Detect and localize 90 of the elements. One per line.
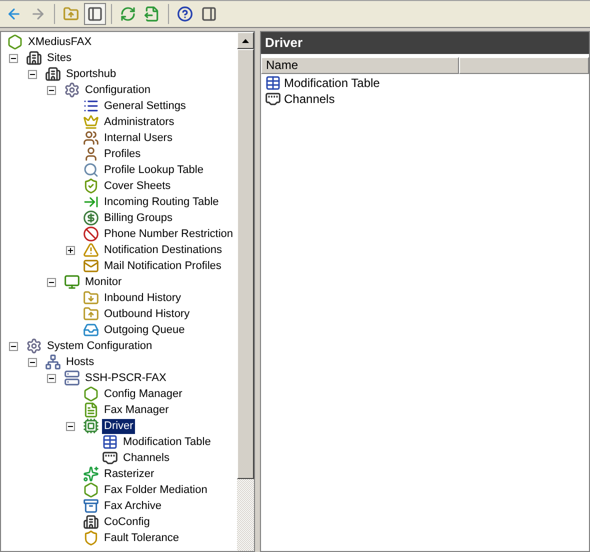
tree-item[interactable]: General Settings bbox=[102, 98, 188, 114]
chip-icon bbox=[83, 418, 99, 434]
tree-item[interactable]: System Configuration bbox=[45, 338, 154, 354]
tree-item[interactable]: Internal Users bbox=[102, 130, 174, 146]
expander-icon[interactable] bbox=[28, 358, 37, 366]
server-icon bbox=[64, 370, 80, 386]
building-icon bbox=[83, 514, 99, 530]
building-icon bbox=[45, 66, 61, 82]
archive-icon bbox=[83, 498, 99, 514]
tree-item[interactable]: Hosts bbox=[64, 354, 96, 370]
tree-item[interactable]: Fax Archive bbox=[102, 498, 164, 514]
tree-item[interactable]: XMediusFAX bbox=[26, 34, 94, 50]
tree-item[interactable]: Config Manager bbox=[102, 386, 184, 402]
tree-item[interactable]: Configuration bbox=[83, 82, 152, 98]
tree-item[interactable]: Fax Folder Mediation bbox=[102, 482, 210, 498]
panel-header: Driver bbox=[261, 32, 589, 54]
table-icon bbox=[102, 434, 118, 450]
hexagon-icon bbox=[83, 386, 99, 402]
expander-icon[interactable] bbox=[47, 374, 56, 382]
gear-icon bbox=[64, 82, 80, 98]
scrollbar-thumb[interactable] bbox=[237, 49, 254, 479]
scrollbar[interactable] bbox=[237, 32, 254, 551]
list-item[interactable]: Channels bbox=[283, 90, 336, 108]
user-icon bbox=[83, 146, 99, 162]
tree-item[interactable]: Sites bbox=[45, 50, 74, 66]
panel-icon bbox=[201, 6, 217, 22]
monitor-icon bbox=[64, 274, 80, 290]
tree-item[interactable]: Phone Number Restriction bbox=[102, 226, 236, 242]
tree-item[interactable]: Outbound History bbox=[102, 306, 192, 322]
tree-item[interactable]: Profiles bbox=[102, 146, 143, 162]
tree-item[interactable]: Mail Notification Profiles bbox=[102, 258, 224, 274]
tree-item[interactable]: Profile Lookup Table bbox=[102, 162, 206, 178]
tree-item[interactable]: Driver bbox=[102, 418, 136, 434]
column-header[interactable]: Name bbox=[261, 57, 459, 74]
magnifier-icon bbox=[83, 162, 99, 178]
toolbar-button[interactable] bbox=[84, 3, 106, 25]
tree-item[interactable]: SSH-PSCR-FAX bbox=[83, 370, 168, 386]
hexagon-icon bbox=[83, 482, 99, 498]
tree-item[interactable]: Fax Manager bbox=[102, 402, 171, 418]
dollar-icon bbox=[83, 210, 99, 226]
port-icon bbox=[102, 450, 118, 466]
shield-icon bbox=[83, 530, 99, 546]
folder-down-icon bbox=[83, 290, 99, 306]
tree-item[interactable]: Fault Tolerance bbox=[102, 530, 182, 546]
panel-icon bbox=[87, 6, 103, 22]
expander-icon[interactable] bbox=[47, 86, 56, 94]
expander-icon[interactable] bbox=[66, 422, 75, 430]
crown-icon bbox=[83, 114, 99, 130]
tree-item[interactable]: Modification Table bbox=[121, 434, 213, 450]
tree-item[interactable]: Sportshub bbox=[64, 66, 118, 82]
shield-check-icon bbox=[83, 178, 99, 194]
port-icon bbox=[265, 91, 281, 107]
tree-item[interactable]: Outgoing Queue bbox=[102, 322, 187, 338]
tree-item[interactable]: CoConfig bbox=[102, 514, 152, 530]
folder-up-icon bbox=[83, 306, 99, 322]
inbox-icon bbox=[83, 322, 99, 338]
sparkles-icon bbox=[83, 466, 99, 482]
expander-icon[interactable] bbox=[66, 246, 75, 254]
folder-up-icon bbox=[63, 6, 79, 22]
warning-icon bbox=[83, 242, 99, 258]
tree-item[interactable]: Cover Sheets bbox=[102, 178, 173, 194]
table-icon bbox=[265, 75, 281, 91]
arrow-icon bbox=[83, 194, 99, 210]
hexagon-icon bbox=[7, 34, 23, 50]
list-item[interactable]: Modification Table bbox=[283, 74, 381, 92]
forward-arrow-icon bbox=[30, 6, 46, 22]
expander-icon[interactable] bbox=[47, 278, 56, 286]
tree-item[interactable]: Channels bbox=[121, 450, 172, 466]
tree-item[interactable]: Monitor bbox=[83, 274, 124, 290]
expander-icon[interactable] bbox=[9, 54, 18, 62]
tree-item[interactable]: Rasterizer bbox=[102, 466, 156, 482]
gear-icon bbox=[26, 338, 42, 354]
tree-item[interactable]: Administrators bbox=[102, 114, 176, 130]
expander-icon[interactable] bbox=[28, 70, 37, 78]
mail-icon bbox=[83, 258, 99, 274]
refresh-icon bbox=[120, 6, 136, 22]
tree-item[interactable]: Inbound History bbox=[102, 290, 184, 306]
scroll-up-arrow-icon[interactable] bbox=[242, 38, 249, 42]
building-icon bbox=[26, 50, 42, 66]
tree-item[interactable]: Notification Destinations bbox=[102, 242, 224, 258]
expander-icon[interactable] bbox=[9, 342, 18, 350]
network-icon bbox=[45, 354, 61, 370]
export-icon bbox=[144, 6, 160, 22]
tree-item[interactable]: Billing Groups bbox=[102, 210, 174, 226]
ban-icon bbox=[83, 226, 99, 242]
help-icon bbox=[177, 6, 193, 22]
tree-item[interactable]: Incoming Routing Table bbox=[102, 194, 221, 210]
document-icon bbox=[83, 402, 99, 418]
list-icon bbox=[83, 98, 99, 114]
users-icon bbox=[83, 130, 99, 146]
